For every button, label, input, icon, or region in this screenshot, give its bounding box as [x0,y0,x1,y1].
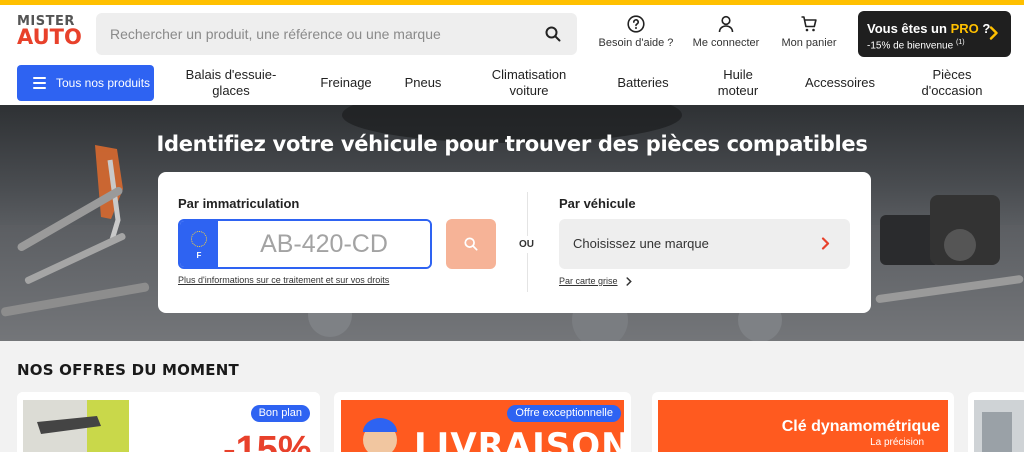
offer-subline: La précision [870,437,924,448]
carte-grise-link[interactable]: Par carte grise [559,276,632,286]
nav-item-pieces-occasion[interactable]: Pièces d'occasion [908,65,996,101]
vehicle-identification-card: Par immatriculation F Plus d'information… [158,172,871,313]
chevron-right-icon [989,26,998,40]
help-label: Besoin d'aide ? [598,37,674,49]
vehicle-section-heading: Par véhicule [559,196,636,211]
offers-section: NOS OFFRES DU MOMENT -15% Bon plan Offre… [0,341,1024,452]
offer-card-cle-dynamometrique[interactable]: Clé dynamométrique La précision [652,392,954,452]
nav-item-pneus[interactable]: Pneus [396,65,450,101]
eu-stars-icon [191,231,207,247]
nav-item-climatisation[interactable]: Climatisation voiture [476,65,582,101]
pro-banner-button[interactable]: Vous êtes un PRO ? -15% de bienvenue (1) [858,11,1011,57]
all-products-button[interactable]: Tous nos produits [17,65,154,101]
mister-auto-logo[interactable]: MISTER AUTO [17,15,82,48]
chevron-right-icon [821,237,830,250]
help-circle-icon [627,15,645,33]
license-plate-field: F [178,219,432,269]
nav-item-accessoires[interactable]: Accessoires [794,65,886,101]
main-nav: Tous nos produits Balais d'essuie-glaces… [0,65,1024,105]
cart-icon [801,16,817,32]
help-link[interactable]: Besoin d'aide ? [598,15,674,49]
cart-label: Mon panier [781,37,837,49]
license-plate-input[interactable] [218,221,430,267]
login-label: Me connecter [692,37,760,49]
nav-item-freinage[interactable]: Freinage [308,65,384,101]
user-icon [718,15,734,33]
pro-subtitle: -15% de bienvenue (1) [867,39,965,52]
search-input[interactable] [110,13,530,55]
header: MISTER AUTO Besoin d'aide ? Me connecter… [0,5,1024,65]
offer-badge: Bon plan [250,405,310,422]
search-bar [96,13,577,55]
offer-card-bon-plan[interactable]: -15% Bon plan [17,392,320,452]
menu-icon [33,77,46,92]
offer-card-partial[interactable] [968,392,1024,452]
offer-image [974,400,1024,452]
chevron-right-icon [626,277,632,286]
brand-select[interactable]: Choisissez une marque [559,219,850,269]
pro-title: Vous êtes un PRO ? [867,21,991,36]
offer-card-livraison[interactable]: Offre exceptionnelle LIVRAISON [334,392,631,452]
offer-image: -15% [17,392,320,452]
or-separator: OU [519,236,534,253]
nav-item-batteries[interactable]: Batteries [606,65,680,101]
hero-section: Identifiez votre véhicule pour trouver d… [0,105,1024,341]
search-icon[interactable] [545,26,561,42]
brand-select-label: Choisissez une marque [573,236,709,251]
login-link[interactable]: Me connecter [690,15,762,49]
nav-item-essuie-glaces[interactable]: Balais d'essuie-glaces [170,65,292,101]
cart-link[interactable]: Mon panier [778,15,840,49]
offer-percent: -15% [223,429,312,452]
plate-section-heading: Par immatriculation [178,196,300,211]
offer-headline: Clé dynamométrique [781,418,940,435]
search-icon [464,237,478,251]
eu-plate-band: F [180,221,218,267]
offer-badge: Offre exceptionnelle [507,405,621,422]
privacy-info-link[interactable]: Plus d'informations sur ce traitement et… [178,275,389,285]
hero-title: Identifiez votre véhicule pour trouver d… [156,132,868,156]
plate-search-button[interactable] [446,219,496,269]
offer-big-text: LIVRAISON [414,426,631,452]
nav-item-huile-moteur[interactable]: Huile moteur [706,65,770,101]
offers-title: NOS OFFRES DU MOMENT [17,361,239,379]
